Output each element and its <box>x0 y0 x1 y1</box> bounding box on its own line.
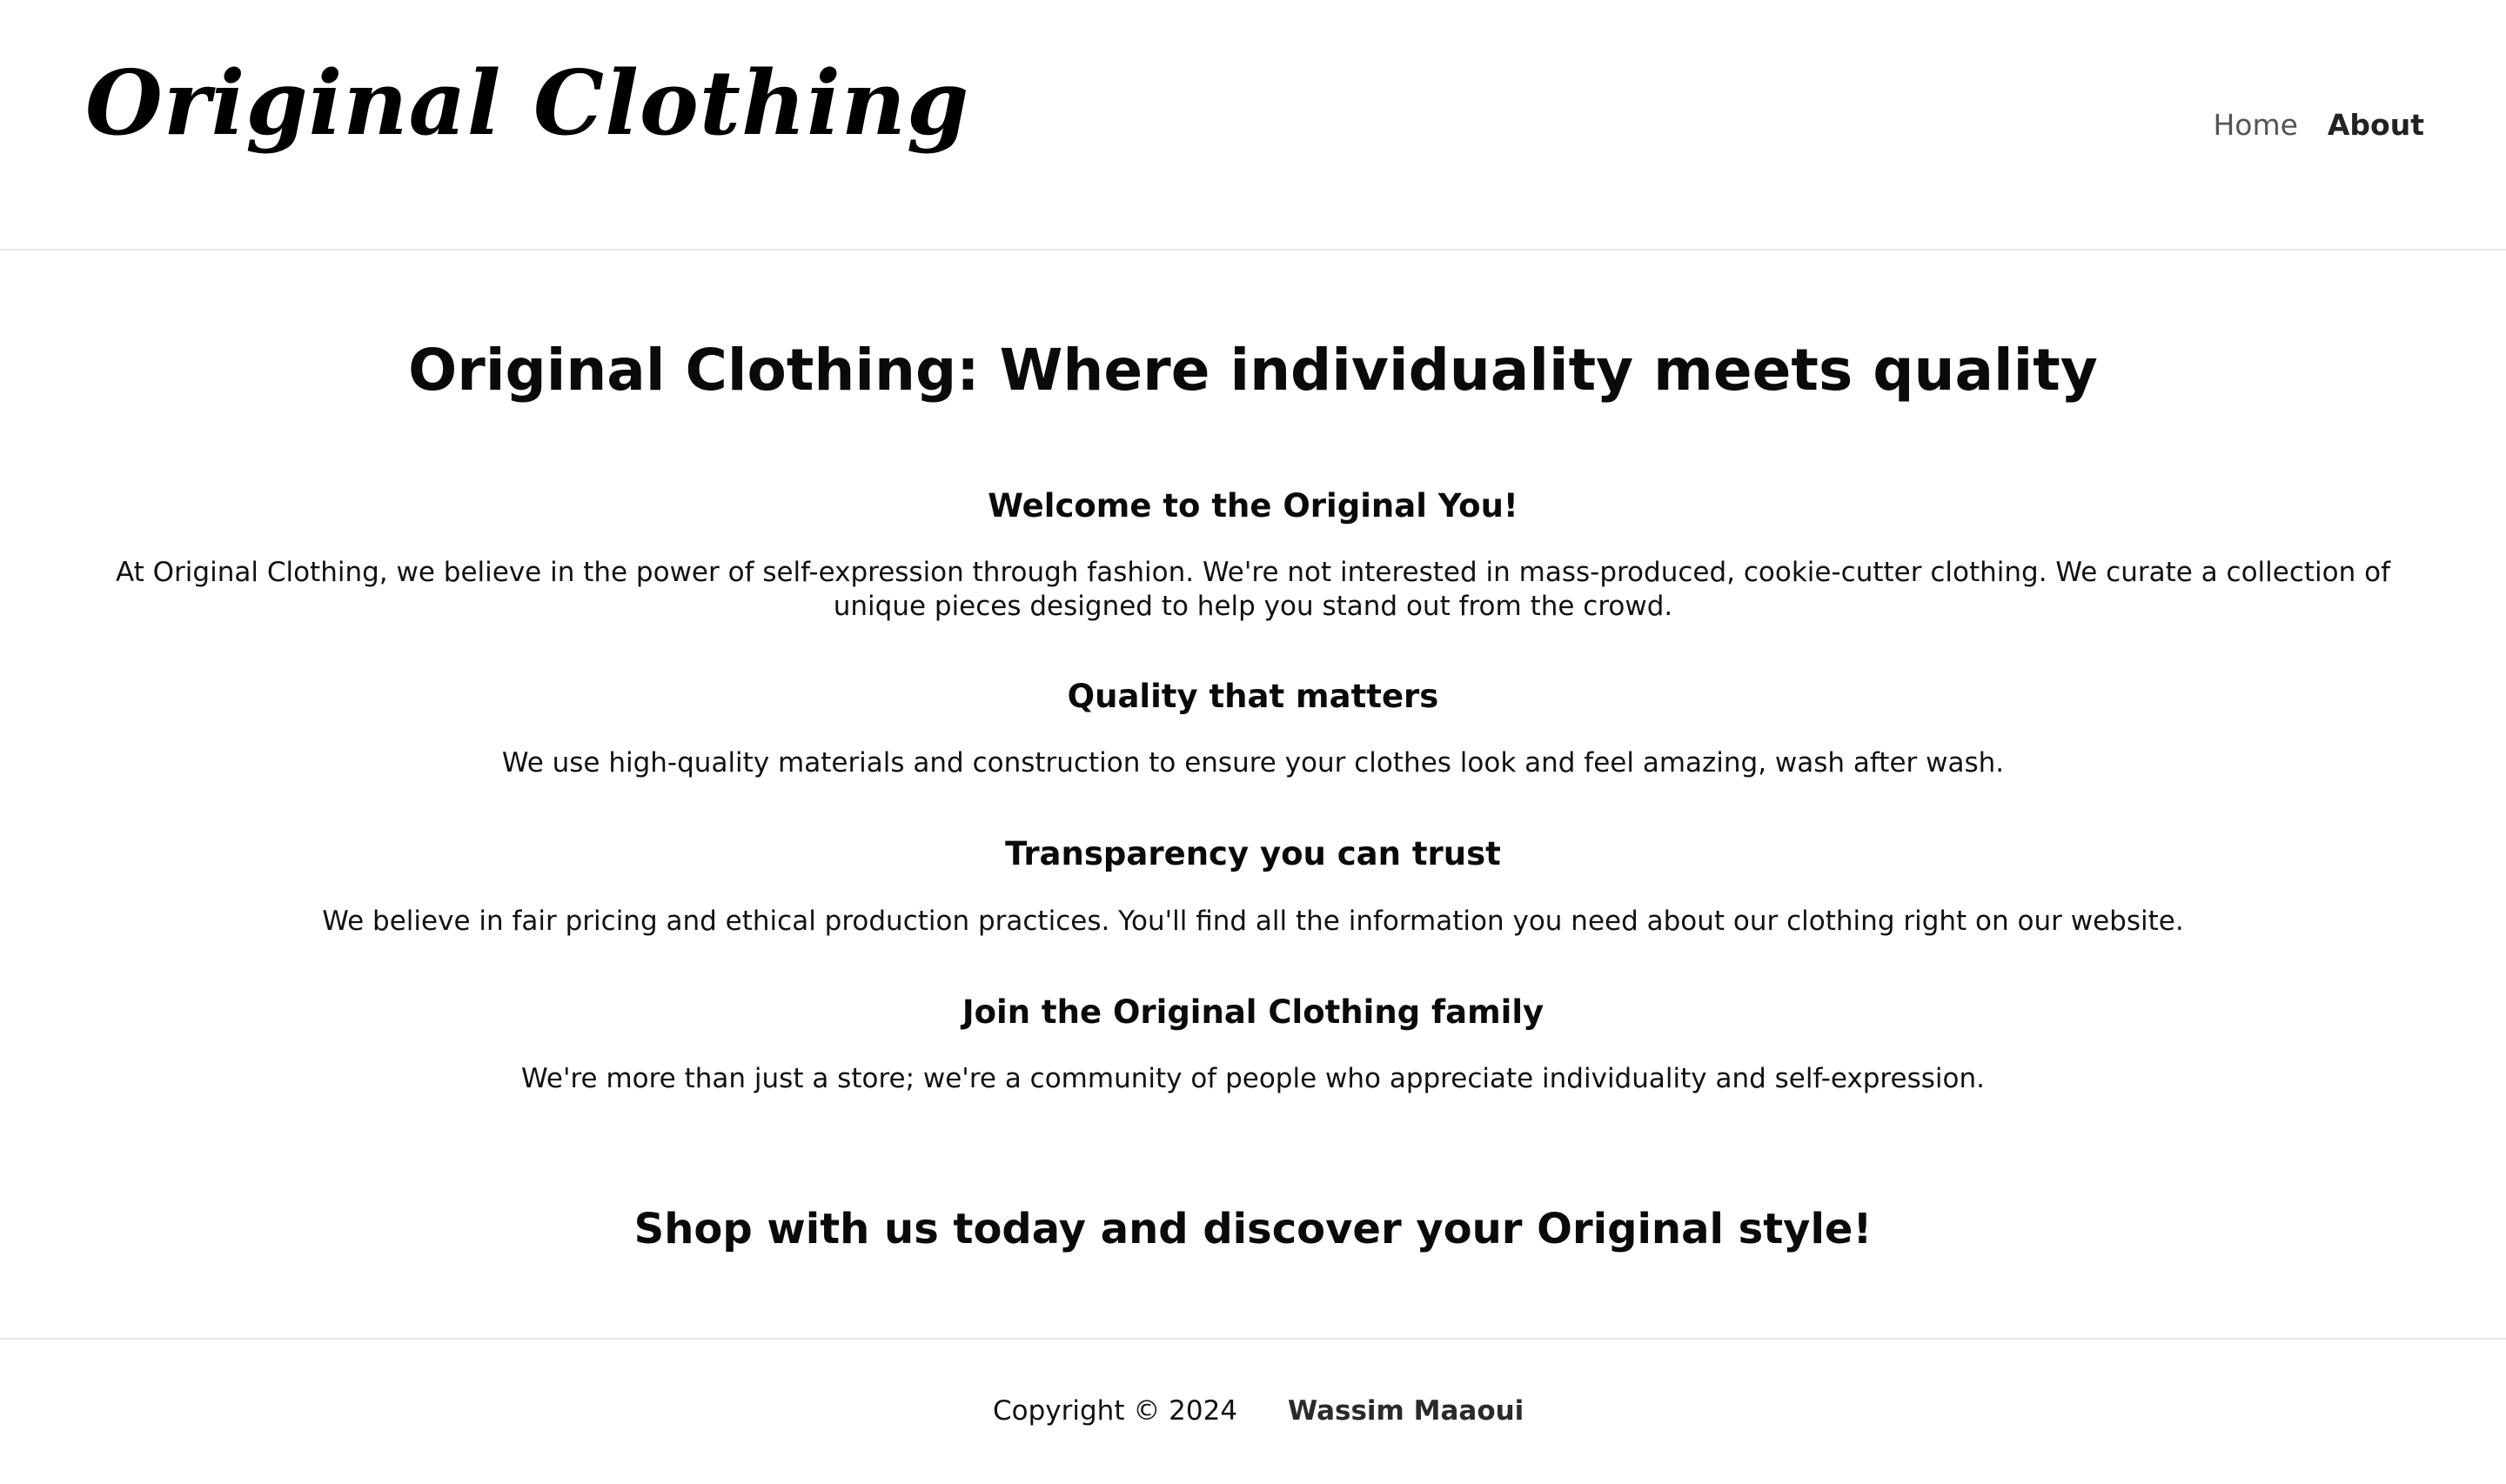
section-text-transparency: We believe in fair pricing and ethical p… <box>322 906 2184 937</box>
copyright-text: Copyright © 2024 <box>993 1395 1238 1427</box>
section-heading-community: Join the Original Clothing family <box>962 993 1544 1031</box>
main-nav: Home About <box>2213 104 2424 146</box>
site-header: Original Clothing Home About <box>0 0 2506 251</box>
page-title: Original Clothing: Where individuality m… <box>408 337 2098 404</box>
logo[interactable]: Original Clothing <box>85 59 969 148</box>
section-heading-quality: Quality that matters <box>1067 678 1439 715</box>
site-footer: Copyright © 2024 Wassim Maaoui <box>0 1338 2506 1484</box>
section-text-welcome: At Original Clothing, we believe in the … <box>115 557 2390 622</box>
page: Original Clothing Home About Original Cl… <box>0 0 2506 1484</box>
closing-call-to-action: Shop with us today and discover your Ori… <box>633 1205 1873 1253</box>
section-text-community: We're more than just a store; we're a co… <box>521 1063 1985 1094</box>
author-link[interactable]: Wassim Maaoui <box>1288 1394 1524 1428</box>
nav-about-link[interactable]: About <box>2328 104 2424 146</box>
section-text-quality: We use high-quality materials and constr… <box>501 747 2005 779</box>
section-heading-welcome: Welcome to the Original You! <box>988 487 1518 525</box>
nav-home-link[interactable]: Home <box>2213 104 2297 146</box>
section-heading-transparency: Transparency you can trust <box>1005 835 1501 872</box>
